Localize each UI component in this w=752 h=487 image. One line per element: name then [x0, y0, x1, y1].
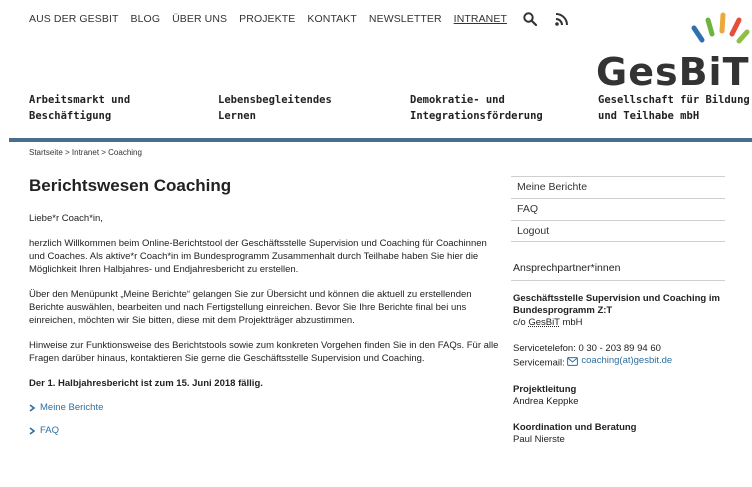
mainnav-item-demokratie[interactable]: Demokratie- und Integrationsförderung	[410, 92, 543, 124]
link-label: FAQ	[40, 425, 60, 436]
topnav-item-projekte[interactable]: PROJEKTE	[239, 13, 295, 25]
logo-subtitle: Gesellschaft für Bildung und Teilhabe mb…	[598, 92, 750, 124]
mainnav-item-lernen[interactable]: Lebensbegleitendes Lernen	[218, 92, 332, 124]
mainnav-item-line: Arbeitsmarkt und	[29, 94, 131, 106]
logo-subtitle-line: Gesellschaft für Bildung	[598, 94, 750, 106]
topnav-item-kontakt[interactable]: KONTAKT	[307, 13, 357, 25]
mainnav-item-line: Demokratie- und	[410, 94, 505, 106]
mainnav-item-line: Beschäftigung	[29, 110, 112, 122]
sidebar-menu: Meine Berichte FAQ Logout	[511, 176, 725, 242]
main-navigation: Arbeitsmarkt und Beschäftigung Lebensbeg…	[0, 92, 752, 132]
greeting-text: Liebe*r Coach*in,	[29, 213, 103, 224]
topnav-item-aus-der-gesbit[interactable]: AUS DER GESBIT	[29, 13, 119, 25]
deadline-notice: Der 1. Halbjahresbericht ist zum 15. Jun…	[29, 378, 263, 389]
service-mail-line: Servicemail: coaching(at)gesbit.de	[513, 355, 725, 370]
mainnav-item-line: Lernen	[218, 110, 256, 122]
faq-hint-paragraph: Hinweise zur Funktionsweise des Berichts…	[29, 340, 499, 364]
org-address-line: c/o GesBiT mbH	[513, 317, 583, 328]
logo-subtitle-line: und Teilhabe mbH	[598, 110, 700, 122]
page-title: Berichtswesen Coaching	[29, 176, 232, 195]
project-lead-label: Projektleitung	[513, 383, 577, 395]
project-lead-name: Andrea Keppke	[513, 395, 579, 407]
link-faq[interactable]: FAQ	[29, 425, 499, 436]
mainnav-item-line: Integrationsförderung	[410, 110, 543, 122]
coordination-name: Paul Nierste	[513, 433, 565, 445]
top-navigation: AUS DER GESBIT BLOG ÜBER UNS PROJEKTE KO…	[29, 12, 580, 26]
org-name-line: Geschäftsstelle Supervision und Coaching…	[513, 293, 720, 304]
intro-paragraph: herzlich Willkommen beim Online-Berichts…	[29, 238, 487, 275]
mainnav-item-arbeitsmarkt[interactable]: Arbeitsmarkt und Beschäftigung	[29, 92, 130, 124]
mail-icon	[567, 356, 579, 366]
sidebar: Meine Berichte FAQ Logout Ansprechpartne…	[511, 176, 725, 460]
topnav-item-ueber-uns[interactable]: ÜBER UNS	[172, 13, 227, 25]
coordination-label: Koordination und Beratung	[513, 421, 637, 433]
chevron-right-icon	[29, 403, 36, 412]
topnav-item-intranet[interactable]: INTRANET	[454, 13, 507, 25]
mainnav-item-line: Lebensbegleitendes	[218, 94, 332, 106]
search-icon[interactable]	[523, 12, 537, 26]
main-content: Berichtswesen Coaching Liebe*r Coach*in,…	[29, 176, 499, 448]
service-mail-label: Servicemail:	[513, 357, 568, 369]
topnav-item-newsletter[interactable]: NEWSLETTER	[369, 13, 442, 25]
org-name-line: Bundesprogramm Z:T	[513, 305, 613, 316]
org-abbreviation: GesBiT	[528, 317, 560, 328]
sidebar-item-logout[interactable]: Logout	[511, 220, 725, 242]
menu-hint-paragraph: Über den Menüpunkt „Meine Berichte“ gela…	[29, 289, 472, 326]
logo-rays-icon	[691, 12, 750, 44]
rss-feed-icon[interactable]	[555, 12, 568, 26]
contact-info: Geschäftsstelle Supervision und Coaching…	[511, 293, 725, 446]
header-divider	[9, 138, 752, 142]
sidebar-item-faq[interactable]: FAQ	[511, 198, 725, 220]
service-mail-link[interactable]: coaching(at)gesbit.de	[567, 355, 672, 367]
link-meine-berichte[interactable]: Meine Berichte	[29, 402, 499, 413]
contact-heading: Ansprechpartner*innen	[511, 262, 725, 281]
link-label: Meine Berichte	[40, 402, 104, 413]
logo-wordmark: GesBiT	[596, 50, 750, 94]
service-phone: Servicetelefon: 0 30 - 203 89 94 60	[513, 343, 661, 354]
topnav-item-blog[interactable]: BLOG	[131, 13, 161, 25]
chevron-right-icon	[29, 426, 36, 435]
breadcrumb[interactable]: Startseite > Intranet > Coaching	[29, 148, 142, 157]
sidebar-item-meine-berichte[interactable]: Meine Berichte	[511, 176, 725, 198]
